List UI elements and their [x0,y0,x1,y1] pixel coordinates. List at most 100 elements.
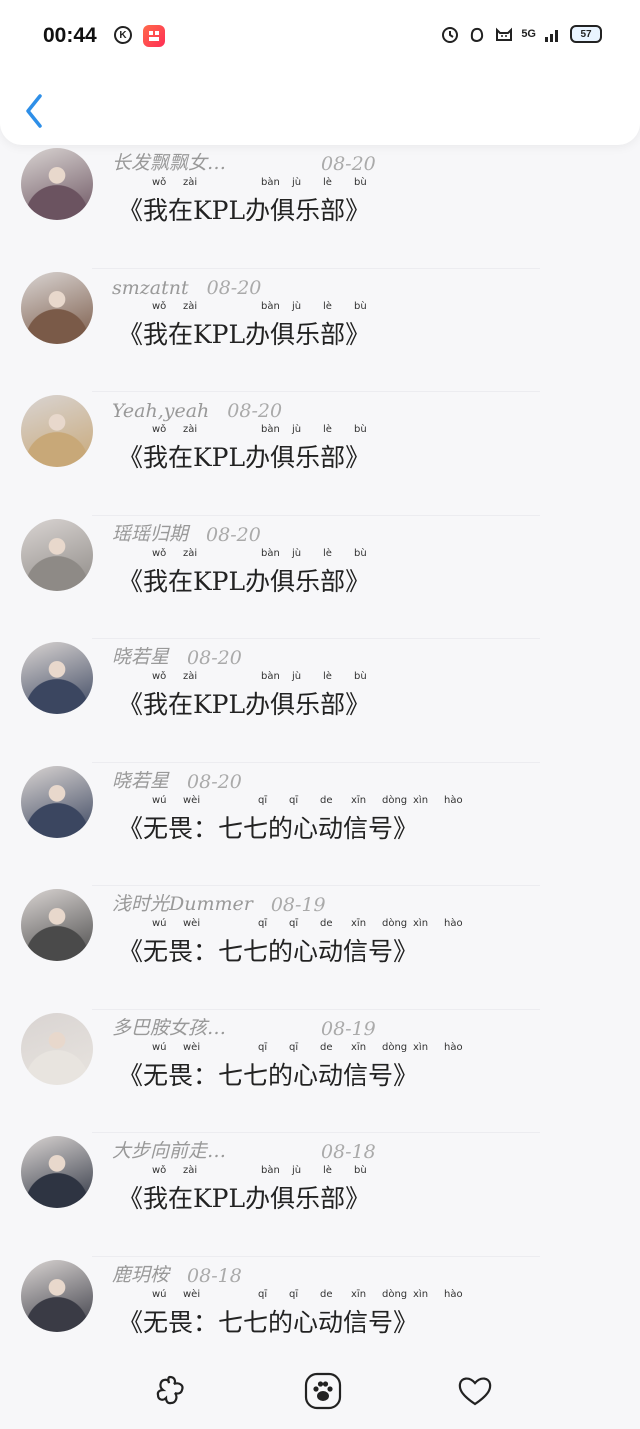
user-meta: smzatnt 08-20 [112,269,261,299]
user-name: 多巴胺女孩… [112,1016,227,1039]
title-pinyin: wú wèi qī qī de xīn dòng xìn hào [152,794,463,806]
book-title-text: 《我在KPL办俱乐部》 [118,690,371,719]
avatar[interactable] [21,271,93,344]
list-item[interactable]: smzatnt 08-20 wǒ zài bàn jù lè bù 《我在KPL办俱乐部》 [0,269,640,392]
user-meta: 晓若星 08-20 [112,639,242,669]
battery-icon: 57 [570,25,602,43]
book-title-text: 《我在KPL办俱乐部》 [118,196,371,225]
k-circle-icon: K [114,26,132,44]
bottom-bar [0,1355,640,1429]
book-title[interactable]: wǒ zài bàn jù lè bù 《我在KPL办俱乐部》 [118,1165,370,1221]
book-title[interactable]: wǒ zài bàn jù lè bù 《我在KPL办俱乐部》 [118,301,370,357]
user-meta: 浅时光Dummer 08-19 [112,886,326,916]
user-name: 长发飘飘女… [112,152,227,174]
avatar[interactable] [21,1136,93,1208]
title-pinyin: wú wèi qī qī de xīn dòng xìn hào [152,1288,463,1300]
title-pinyin: wú wèi qī qī de xīn dòng xìn hào [152,1041,463,1053]
comment-date: 08-20 [206,276,262,299]
title-pinyin: wǒ zài bàn jù lè bù [152,177,367,188]
list-item[interactable]: 瑶瑶归期 08-20 wǒ zài bàn jù lè bù 《我在KPL办俱乐部》 [0,516,640,639]
user-meta: 多巴胺女孩… 08-19 [112,1010,376,1040]
user-name: 晓若星 [112,769,170,792]
network-label: 5G [521,28,536,40]
list-item[interactable]: 多巴胺女孩… 08-19 wú wèi qī qī de xīn dòng xìn hào 《无… [0,1010,640,1133]
list-item[interactable]: 晓若星 08-20 wǒ zài bàn jù lè bù 《我在KPL办俱乐部》 [0,639,640,763]
user-name: Yeah,yeah [112,400,210,422]
flower-icon [156,1375,184,1405]
top-bar: 00:44 K 5G 57 [0,0,640,145]
cat-icon [496,27,513,41]
title-pinyin: wú wèi qī qī de xīn dòng xìn hào [152,918,463,929]
list-item[interactable]: Yeah,yeah 08-20 wǒ zài bàn jù lè bù 《我在KPL办俱乐… [0,392,640,516]
book-title-text: 《无畏：七七的心动信号》 [118,813,419,843]
comment-date: 08-20 [187,770,242,793]
user-name: smzatnt [112,276,189,299]
user-meta: Yeah,yeah 08-20 [112,392,282,422]
avatar[interactable] [21,642,93,714]
title-pinyin: wǒ zài bàn jù lè bù [152,300,367,312]
user-meta: 鹿玥桉 08-18 [112,1257,242,1287]
book-title[interactable]: wú wèi qī qī de xīn dòng xìn hào 《无畏：七七的心动信号》 [118,1288,463,1345]
book-title-text: 《我在KPL办俱乐部》 [118,1184,371,1213]
book-title-text: 《无畏：七七的心动信号》 [118,1060,419,1090]
paw-icon [304,1372,342,1410]
list-item[interactable]: 晓若星 08-20 wú wèi qī qī de xīn dòng xìn hào 《无畏：七… [0,763,640,886]
title-pinyin: wǒ zài bàn jù lè bù [152,424,367,435]
user-meta: 瑶瑶归期 08-20 [112,516,261,546]
book-title-text: 《无畏：七七的心动信号》 [118,1307,419,1337]
comment-date: 08-20 [321,153,376,175]
user-meta: 晓若星 08-20 [112,763,242,793]
book-title[interactable]: wǒ zài bàn jù lè bù 《我在KPL办俱乐部》 [118,671,370,727]
flower-tab[interactable] [150,1371,190,1411]
user-meta: 长发飘飘女… 08-20 [112,145,376,175]
comment-date: 08-20 [227,400,283,422]
comment-date: 08-20 [206,523,261,546]
book-title-text: 《我在KPL办俱乐部》 [118,443,371,472]
user-name: 鹿玥桉 [112,1263,170,1286]
book-title[interactable]: wú wèi qī qī de xīn dòng xìn hào 《无畏：七七的心动信号》 [118,794,463,851]
status-bar: 00:44 K 5G 57 [0,0,640,70]
avatar[interactable] [21,1012,93,1085]
avatar[interactable] [21,765,93,838]
book-title[interactable]: wǒ zài bàn jù lè bù 《我在KPL办俱乐部》 [118,548,370,604]
book-title[interactable]: wú wèi qī qī de xīn dòng xìn hào 《无畏：七七的心动信号》 [118,918,463,974]
user-name: 晓若星 [112,646,170,668]
book-title[interactable]: wǒ zài bàn jù lè bù 《我在KPL办俱乐部》 [118,177,370,233]
comment-date: 08-19 [321,1017,376,1040]
app-icon [143,25,165,47]
comment-list: 长发飘飘女… 08-20 wǒ zài bàn jù lè bù 《我在KPL办俱乐部》 … [0,145,640,1380]
list-item[interactable]: 浅时光Dummer 08-19 wú wèi qī qī de xīn dòng xìn hào… [0,886,640,1010]
user-meta: 大步向前走… 08-18 [112,1133,376,1163]
book-title[interactable]: wú wèi qī qī de xīn dòng xìn hào 《无畏：七七的心动信号》 [118,1041,463,1098]
comment-date: 08-19 [270,894,326,916]
user-name: 瑶瑶归期 [112,522,189,545]
comment-date: 08-20 [187,647,242,669]
status-time: 00:44 [43,24,97,47]
heart-tab[interactable] [455,1371,495,1411]
avatar[interactable] [21,889,93,961]
hand-icon [471,27,484,43]
book-title[interactable]: wǒ zài bàn jù lè bù 《我在KPL办俱乐部》 [118,424,370,480]
book-title-text: 《无畏：七七的心动信号》 [118,937,419,966]
comment-date: 08-18 [187,1264,242,1287]
title-pinyin: wǒ zài bàn jù lè bù [152,547,367,559]
list-item[interactable]: 大步向前走… 08-18 wǒ zài bàn jù lè bù 《我在KPL办俱乐部》 [0,1133,640,1257]
avatar[interactable] [21,395,93,467]
title-pinyin: wǒ zài bàn jù lè bù [152,1165,367,1176]
signal-icon [545,30,558,42]
book-title-text: 《我在KPL办俱乐部》 [118,319,371,349]
user-name: 大步向前走… [112,1140,227,1162]
book-title-text: 《我在KPL办俱乐部》 [118,566,371,596]
avatar[interactable] [21,148,93,220]
avatar[interactable] [21,1259,93,1332]
avatar[interactable] [21,518,93,591]
paw-tab[interactable] [303,1371,343,1411]
comment-date: 08-18 [321,1141,376,1163]
heart-icon [458,1377,492,1406]
title-pinyin: wǒ zài bàn jù lè bù [152,671,367,682]
list-item[interactable]: 长发飘飘女… 08-20 wǒ zài bàn jù lè bù 《我在KPL办俱乐部》 [0,145,640,269]
alarm-icon [442,27,459,43]
chevron-left-icon [26,94,42,128]
back-button[interactable] [20,92,50,132]
user-name: 浅时光Dummer [112,893,253,915]
